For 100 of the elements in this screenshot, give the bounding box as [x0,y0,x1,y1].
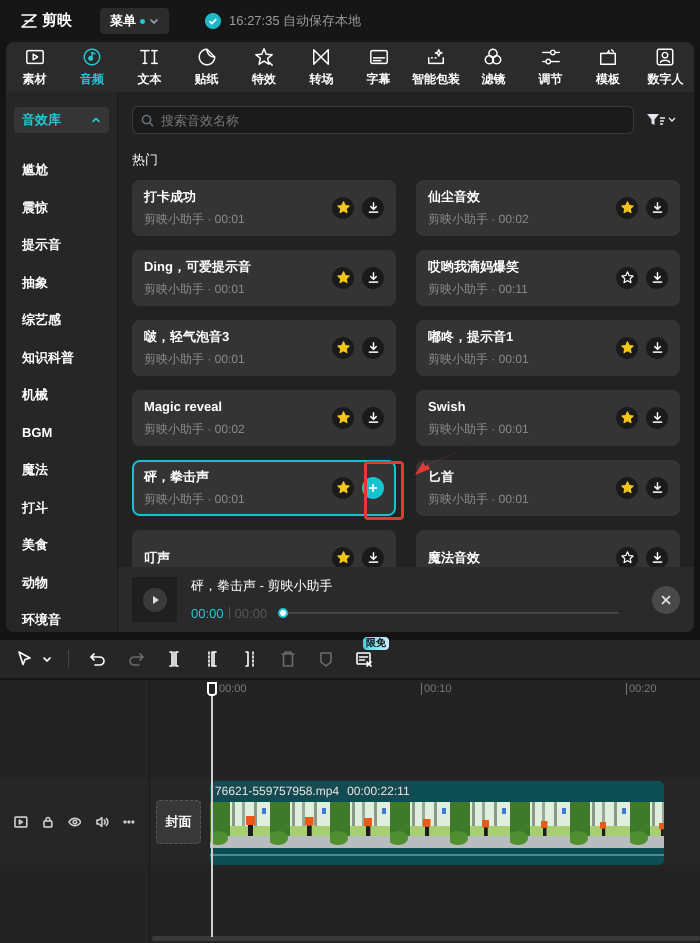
tab[interactable]: 贴纸 [178,42,236,92]
sound-card[interactable]: 魔法音效 [416,530,680,567]
sound-card[interactable]: 嘟咚，提示音1 剪映小助手 · 00:01 [416,320,680,376]
favorite-button[interactable] [332,476,354,498]
more-icon[interactable] [123,820,135,824]
favorite-button[interactable] [616,336,638,358]
sidebar-item[interactable]: 综艺感 [14,310,61,330]
sound-card[interactable]: 匕首 剪映小助手 · 00:01 [416,460,680,516]
sidebar-item[interactable]: 尴尬 [14,160,48,180]
sidebar-item[interactable]: 知识科普 [14,348,74,367]
undo-icon[interactable] [89,650,107,668]
favorite-button[interactable] [616,476,638,498]
speaker-icon[interactable] [95,816,110,828]
favorite-button[interactable] [332,196,354,218]
chevron-up-icon [91,115,101,125]
tab[interactable]: 调节 [522,42,580,92]
progress-track[interactable] [281,608,620,618]
tab[interactable]: 模板 [579,42,637,92]
eye-icon[interactable] [68,816,82,828]
favorite-button[interactable] [332,406,354,428]
sidebar-item[interactable]: 震惊 [14,198,48,217]
sound-title: 哎哟我滴妈爆笑 [428,258,519,276]
download-button[interactable] [362,196,384,218]
cover-button[interactable]: 封面 [156,800,201,844]
sidebar-item[interactable]: 动物 [14,572,48,592]
download-button[interactable] [362,266,384,288]
download-button[interactable] [646,196,668,218]
download-button[interactable] [362,406,384,428]
tab[interactable]: 文本 [120,42,178,92]
lock-icon[interactable] [42,816,54,828]
favorite-button[interactable] [332,336,354,358]
tab[interactable]: 特效 [235,42,293,92]
sound-card[interactable]: 叮声 [132,530,396,567]
download-button[interactable] [362,336,384,358]
download-icon [652,552,662,563]
search-field[interactable]: 搜索音效名称 [132,106,634,134]
clip-filename: 76621-559757958.mp4 [213,784,342,799]
sound-info: 剪映小助手 · 00:01 [428,490,529,508]
download-button[interactable] [646,476,668,498]
sound-card[interactable]: 仙尘音效 剪映小助手 · 00:02 [416,180,680,236]
chevron-down-icon[interactable] [42,654,52,664]
favorite-button[interactable] [616,196,638,218]
sound-card[interactable]: 打卡成功 剪映小助手 · 00:01 [132,180,396,236]
close-button[interactable] [652,586,680,614]
sound-title: 叮声 [144,548,170,567]
download-button[interactable] [362,546,384,567]
sidebar-item[interactable]: 抽象 [14,272,48,292]
sidebar-item[interactable]: 提示音 [14,235,61,254]
sound-title: Magic reveal [144,398,222,416]
tab[interactable]: 转场 [292,42,350,92]
download-button[interactable] [646,406,668,428]
download-button[interactable] [646,546,668,567]
play-button[interactable] [142,588,166,612]
favorite-button[interactable] [616,266,638,288]
sound-title: Ding，可爱提示音 [144,258,251,276]
free-badge: 限免 [363,637,389,650]
sound-card[interactable]: Swish 剪映小助手 · 00:01 [416,390,680,446]
progress-knob[interactable] [278,608,288,618]
favorite-button[interactable] [332,266,354,288]
sidebar-item[interactable]: BGM [14,422,52,442]
caption-remove-icon[interactable] [355,650,373,668]
tab[interactable]: 素材 [6,42,64,92]
menu-button[interactable]: 菜单 [100,8,169,34]
download-icon [368,272,378,283]
cursor-icon[interactable] [16,650,34,668]
sliders-icon [540,46,561,66]
star-icon [336,341,350,354]
sidebar-item[interactable]: 美食 [14,535,48,554]
bowtie-icon [311,46,332,66]
filter-icon[interactable] [646,113,676,127]
favorite-button[interactable] [332,546,354,567]
sidebar-item[interactable]: 魔法 [14,460,48,480]
sound-card[interactable]: 啵，轻气泡音3 剪映小助手 · 00:01 [132,320,396,376]
tab[interactable]: 滤镜 [464,42,522,92]
tab[interactable]: 字幕 [350,42,408,92]
sidebar-header[interactable]: 音效库 [14,107,109,133]
download-button[interactable] [646,336,668,358]
tab[interactable]: 音频 [63,42,121,92]
tab[interactable]: 智能包装 [407,42,465,92]
playhead[interactable] [207,682,217,937]
video-track-icon[interactable] [14,816,28,828]
sound-card[interactable]: Ding，可爱提示音 剪映小助手 · 00:01 [132,250,396,306]
star-icon [336,481,350,494]
tab[interactable]: 数字人 [636,42,694,92]
sound-card[interactable]: Magic reveal 剪映小助手 · 00:02 [132,390,396,446]
sidebar-item[interactable]: 打斗 [14,498,48,517]
music-note-icon [82,46,102,66]
sidebar-item[interactable]: 环境音 [14,610,61,630]
sound-card[interactable]: 砰，拳击声 剪映小助手 · 00:01 [132,460,396,516]
favorite-button[interactable] [616,406,638,428]
download-button[interactable] [646,266,668,288]
close-icon [661,594,671,604]
section-title: 热门 [132,151,158,169]
sound-info: 剪映小助手 · 00:01 [144,490,245,508]
favorite-button[interactable] [616,546,638,567]
star-icon [620,201,634,214]
sound-info: 剪映小助手 · 00:01 [144,350,245,368]
sound-title: 砰，拳击声 [144,468,209,486]
sidebar-item[interactable]: 机械 [14,385,48,404]
sound-card[interactable]: 哎哟我滴妈爆笑 剪映小助手 · 00:11 [416,250,680,306]
